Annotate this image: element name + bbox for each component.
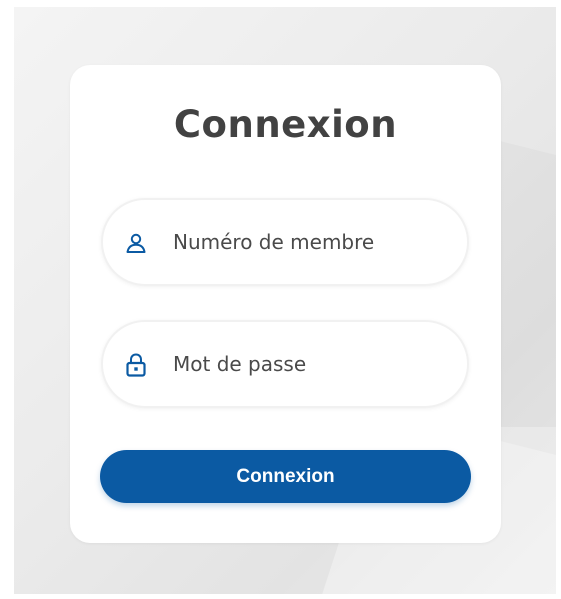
login-button[interactable]: Connexion <box>100 450 471 503</box>
member-number-input[interactable] <box>173 200 453 284</box>
password-input[interactable] <box>173 322 453 406</box>
user-icon <box>124 231 148 255</box>
login-title: Connexion <box>173 103 398 146</box>
login-card: Connexion Connexion <box>70 65 501 543</box>
password-field[interactable] <box>101 320 469 408</box>
lock-icon <box>124 353 148 377</box>
member-number-field[interactable] <box>101 198 469 286</box>
